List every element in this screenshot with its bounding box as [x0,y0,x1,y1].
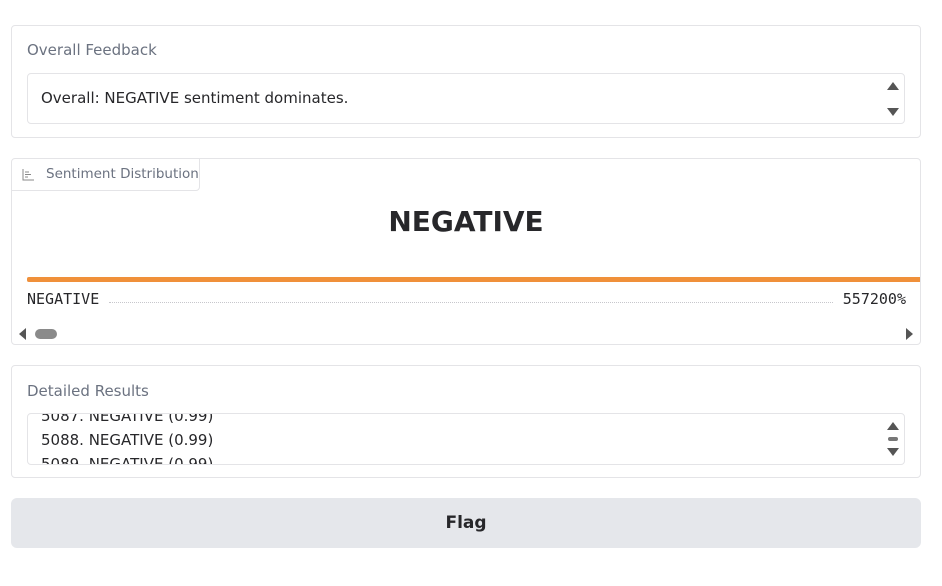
scroll-up-icon[interactable] [887,422,899,430]
feedback-scrollbar[interactable] [885,74,901,123]
sentiment-distribution-panel: Sentiment Distribution NEGATIVE NEGATIVE… [11,158,921,345]
overall-feedback-text: Overall: NEGATIVE sentiment dominates. [41,89,349,107]
result-line: 5087. NEGATIVE (0.99) [41,413,214,425]
detailed-results-panel: Detailed Results 5087. NEGATIVE (0.99) 5… [11,365,921,478]
overall-feedback-textbox[interactable]: Overall: NEGATIVE sentiment dominates. [27,73,905,124]
confidence-value: 557200% [842,290,906,308]
sentiment-distribution-label: Sentiment Distribution [46,166,199,182]
overall-feedback-panel: Overall Feedback Overall: NEGATIVE senti… [11,25,921,138]
confidence-row: NEGATIVE 557200% [27,289,906,309]
dotted-leader [109,301,833,303]
scroll-left-icon[interactable] [19,328,26,340]
detailed-results-lines: 5087. NEGATIVE (0.99) 5088. NEGATIVE (0.… [41,413,214,465]
result-line: 5089. NEGATIVE (0.99) [41,455,214,465]
detailed-results-label: Detailed Results [27,382,149,400]
detailed-results-textbox[interactable]: 5087. NEGATIVE (0.99) 5088. NEGATIVE (0.… [27,413,905,465]
scroll-right-icon[interactable] [906,328,913,340]
confidence-label: NEGATIVE [27,290,100,308]
scroll-down-icon[interactable] [887,108,899,116]
scroll-up-icon[interactable] [887,82,899,90]
top-label-heading: NEGATIVE [388,205,544,238]
scrollbar-thumb[interactable] [888,437,898,441]
overall-feedback-label: Overall Feedback [27,41,157,59]
result-line: 5088. NEGATIVE (0.99) [41,431,214,449]
sentiment-distribution-tab: Sentiment Distribution [12,159,200,191]
scrollbar-thumb[interactable] [35,329,57,339]
flag-button[interactable]: Flag [11,498,921,548]
scroll-down-icon[interactable] [887,448,899,456]
horizontal-scrollbar[interactable] [12,325,920,343]
details-scrollbar[interactable] [885,414,901,464]
bar-chart-icon [22,169,34,181]
confidence-bar-fill [27,277,920,282]
confidence-bar-track [27,277,920,282]
